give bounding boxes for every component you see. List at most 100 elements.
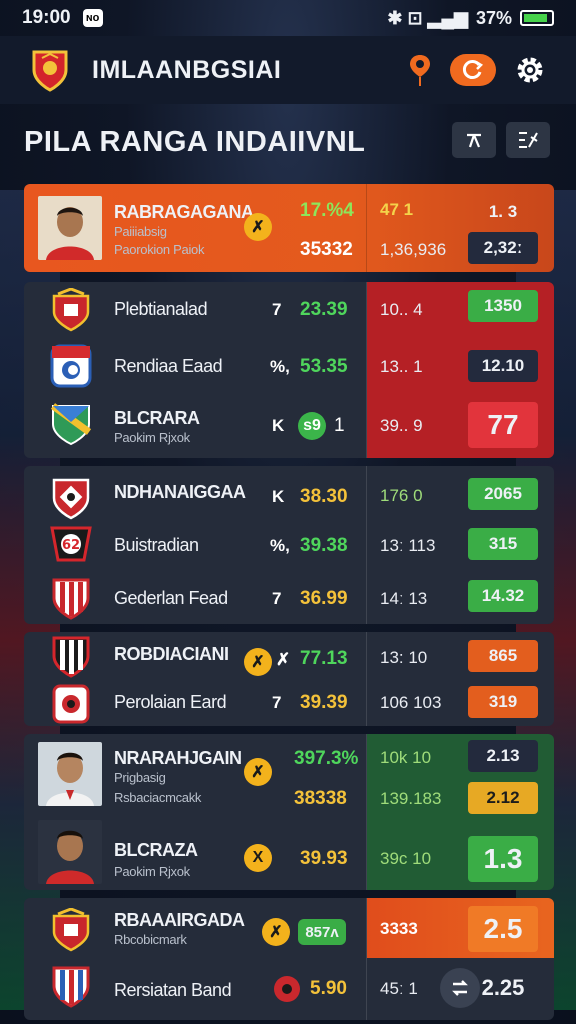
team-crest-icon (50, 344, 92, 388)
team-subtitle: Paokim Rjxok (114, 430, 190, 445)
battery-icon (520, 10, 554, 26)
row-box[interactable]: 315 (468, 528, 538, 560)
team-crest-icon (52, 636, 90, 678)
player-photo (38, 196, 102, 260)
row-box[interactable]: 2.5 (468, 906, 538, 952)
team-crest-icon (52, 966, 90, 1008)
app-header: IMLAANBGSIAI (0, 36, 576, 104)
value-box[interactable]: 2.13 (468, 740, 538, 772)
refresh-icon (462, 60, 484, 79)
row-box[interactable]: 319 (468, 686, 538, 718)
battery-percent: 37% (475, 7, 512, 28)
team-name: Rendiaa Eaad (114, 356, 223, 376)
row-box[interactable]: 1.3 (468, 836, 538, 882)
coin-icon: ✗ (244, 758, 272, 786)
row-box[interactable]: 1350 (468, 290, 538, 322)
player-subtitle-2: Rsbaciacmcakk (114, 790, 202, 805)
header-actions (408, 53, 546, 87)
player-photo-icon (38, 820, 102, 884)
player-photo (38, 742, 102, 806)
row-box[interactable]: 12.10 (468, 350, 538, 382)
row-mid: 176 0 (380, 486, 423, 505)
row-stat: 23.39 (300, 299, 348, 320)
team-crest-icon (52, 684, 90, 724)
player-photo-icon (38, 742, 102, 806)
featured-player-card[interactable]: RABRAGAGANA Paiiiabsig Paorokion Paiok ✗… (24, 184, 554, 272)
page-title: PILA RANGA INDAIIVNL (24, 126, 366, 158)
row-box[interactable]: 865 (468, 640, 538, 672)
row-mid: 13: 10 (380, 648, 428, 667)
coin-icon: X (244, 844, 272, 872)
team-card: RBAAAIRGADA Rbcobicmark ✗ 857ʌ 3333 2.5 … (24, 898, 554, 1020)
pin-tool-icon (467, 133, 481, 148)
edit-tool-button[interactable] (506, 122, 550, 158)
team-card: Plebtianalad 7 23.39 10.. 4 1350 Rendiaa… (24, 282, 554, 458)
row-box[interactable]: 2.25 (468, 972, 538, 1004)
player-row[interactable]: BLCRAZA Paokim Rjxok X 39.93 39c 10 1.3 (24, 814, 554, 890)
mid-value: 10k 10 (380, 748, 432, 767)
team-name: Gederlan Fead (114, 588, 228, 608)
player-photo-icon (38, 196, 102, 260)
team-row[interactable]: BLCRARA Paokim Rjxok K s9 1 39.. 9 77 (24, 396, 554, 458)
pin-tool-button[interactable] (452, 122, 496, 158)
row-symbol: %, (270, 536, 290, 555)
edit-tool-icon (519, 132, 538, 148)
row-symbol: 7 (272, 589, 282, 608)
team-name: Plebtianalad (114, 299, 208, 319)
team-row[interactable]: NDHANAIGGAA K 38.30 176 0 2065 (24, 466, 554, 520)
stat-secondary: 38338 (294, 788, 347, 809)
player-name: RABRAGAGANA (114, 202, 254, 222)
row-stat: 77.13 (300, 648, 348, 669)
status-indicators: ✱ ⊡ ▂▄▆ 37% (387, 8, 554, 29)
team-row[interactable]: Rersiatan Band 5.90 45ː 1 2.25 (24, 962, 554, 1020)
row-mid: 13.. 1 (380, 357, 423, 376)
row-mid: 3333 (380, 919, 418, 938)
crest-logo[interactable] (30, 48, 70, 92)
row-symbol: K (272, 487, 285, 506)
location-pin-icon[interactable] (408, 53, 432, 87)
row-mid: 14ː 13 (380, 589, 428, 608)
team-row[interactable]: ROBDIACIANI ✗ ✗ 77.13 13: 10 865 (24, 632, 554, 678)
team-row[interactable]: RBAAAIRGADA Rbcobicmark ✗ 857ʌ 3333 2.5 (24, 898, 554, 962)
row-mid: 39.. 9 (380, 416, 423, 435)
signal-icons: ✱ ⊡ ▂▄▆ (387, 7, 468, 28)
team-crest-icon (52, 478, 90, 520)
team-crest-icon (52, 908, 90, 952)
row-box[interactable]: 2065 (468, 478, 538, 510)
row-box[interactable]: 77 (468, 402, 538, 448)
stat-primary: 17.%4 (300, 200, 354, 221)
team-crest-icon: 62 (50, 526, 92, 562)
value-box-2[interactable]: 2,32ː (468, 232, 538, 264)
value-box: 1. 3 (488, 202, 518, 221)
team-card: ROBDIACIANI ✗ ✗ 77.13 13: 10 865 Perolai… (24, 632, 554, 726)
team-card: NDHANAIGGAA K 38.30 176 0 2065 62 Buistr… (24, 466, 554, 624)
team-row[interactable]: Gederlan Fead 7 36.99 14ː 13 14.32 (24, 570, 554, 624)
row-stat: 39.93 (300, 848, 348, 869)
team-name: Perolaian Eard (114, 692, 227, 712)
player-row[interactable]: NRARAHJGAIN Prigbasig Rsbaciacmcakk ✗ 39… (24, 734, 554, 814)
row-symbol: 7 (272, 300, 282, 319)
value-box-2[interactable]: 2.12 (468, 782, 538, 814)
row-stat: 5.90 (310, 978, 347, 999)
team-name: NDHANAIGGAA (114, 482, 246, 502)
team-crest-icon (52, 288, 90, 332)
status-bar: 19:00 ɴᴏ ✱ ⊡ ▂▄▆ 37% (0, 0, 576, 36)
svg-text:62: 62 (62, 538, 80, 553)
team-row[interactable]: Rendiaa Eaad %, 53.35 13.. 1 12.10 (24, 338, 554, 396)
team-row[interactable]: 62 Buistradian %, 39.38 13ː 113 315 (24, 518, 554, 570)
row-stat: 53.35 (300, 356, 348, 377)
stat-secondary: 35332 (300, 239, 353, 260)
mid-value-2: 1,36,936 (380, 240, 447, 259)
player-name: NRARAHJGAIN (114, 748, 242, 768)
team-name: Rersiatan Band (114, 980, 232, 1000)
record-icon (274, 976, 300, 1002)
player-subtitle: Paiiiabsig (114, 224, 167, 239)
team-name: BLCRARA (114, 408, 200, 428)
gear-icon[interactable] (514, 54, 546, 86)
row-box[interactable]: 14.32 (468, 580, 538, 612)
refresh-button[interactable] (450, 54, 496, 86)
team-row[interactable]: Perolaian Eard 7 39.39 106 103 319 (24, 678, 554, 726)
notification-badge-icon: ɴᴏ (82, 9, 103, 27)
row-mid: 10.. 4 (380, 300, 423, 319)
team-row[interactable]: Plebtianalad 7 23.39 10.. 4 1350 (24, 282, 554, 338)
